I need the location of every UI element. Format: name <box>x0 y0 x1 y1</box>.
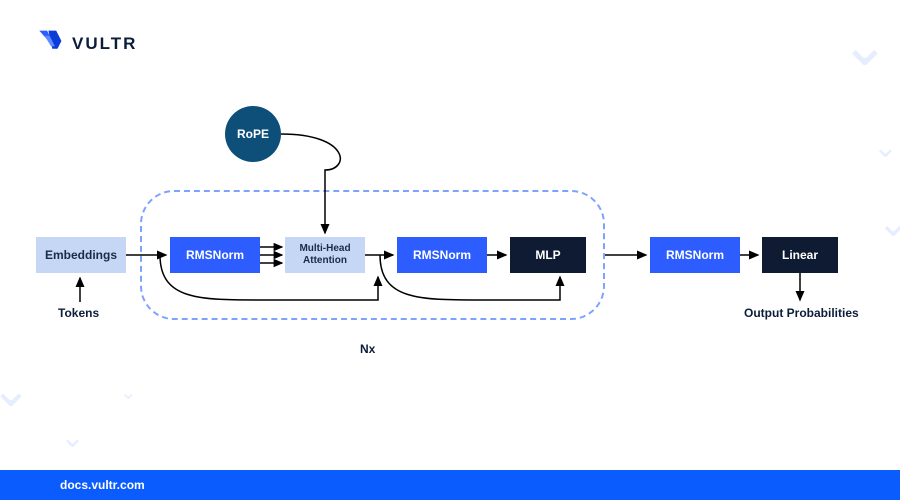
rmsnorm1-block: RMSNorm <box>170 237 260 273</box>
rmsnorm3-label: RMSNorm <box>666 248 724 262</box>
footer-text: docs.vultr.com <box>60 478 145 492</box>
tokens-label: Tokens <box>58 306 99 320</box>
rmsnorm2-block: RMSNorm <box>397 237 487 273</box>
attention-label: Multi-Head Attention <box>291 243 359 267</box>
footer-bar: docs.vultr.com <box>0 470 900 500</box>
mlp-block: MLP <box>510 237 586 273</box>
mlp-label: MLP <box>535 248 560 262</box>
attention-block: Multi-Head Attention <box>285 237 365 273</box>
rmsnorm1-label: RMSNorm <box>186 248 244 262</box>
rmsnorm3-block: RMSNorm <box>650 237 740 273</box>
repeat-label: Nx <box>360 342 375 356</box>
diagram-canvas: RoPE Embeddings RMSNorm Multi-Head Atten… <box>0 0 900 470</box>
rmsnorm2-label: RMSNorm <box>413 248 471 262</box>
embeddings-label: Embeddings <box>45 248 117 262</box>
rope-node: RoPE <box>225 106 281 162</box>
rope-label: RoPE <box>237 127 269 141</box>
linear-block: Linear <box>762 237 838 273</box>
output-label: Output Probabilities <box>744 306 859 320</box>
embeddings-block: Embeddings <box>36 237 126 273</box>
linear-label: Linear <box>782 248 818 262</box>
